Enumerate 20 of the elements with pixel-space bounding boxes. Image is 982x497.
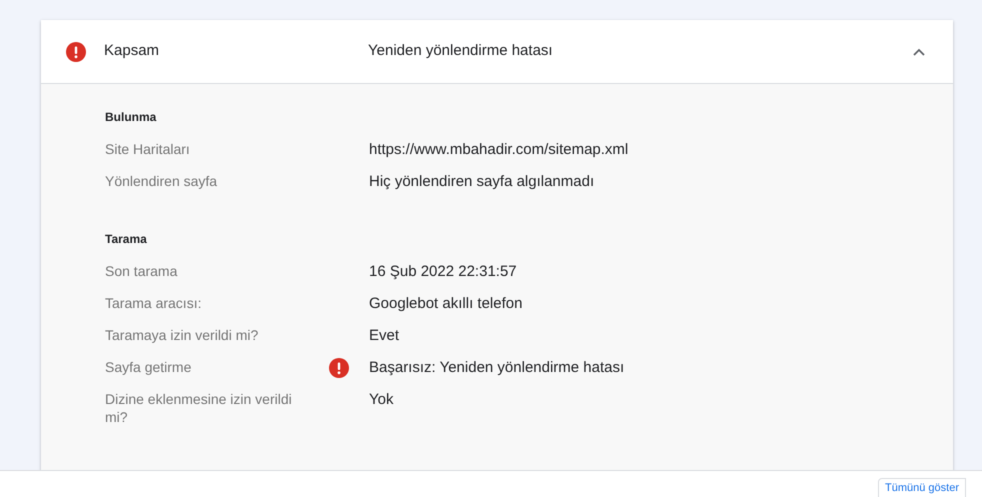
chevron-up-icon[interactable] <box>913 48 925 56</box>
field-value: Yok <box>369 390 394 410</box>
field-value: 16 Şub 2022 22:31:57 <box>369 262 517 282</box>
field-label: Yönlendiren sayfa <box>105 172 218 191</box>
field-value: https://www.mbahadir.com/sitemap.xml <box>369 140 628 160</box>
field-value: Evet <box>369 326 400 346</box>
field-value: Googlebot akıllı telefon <box>369 294 522 314</box>
field-value: Başarısız: Yeniden yönlendirme hatası <box>369 358 624 378</box>
field-label: Taramaya izin verildi mi? <box>105 326 260 345</box>
status-text: Yeniden yönlendirme hatası <box>368 41 554 62</box>
section-heading: Tarama <box>105 231 148 248</box>
field-label: Tarama aracısı: <box>105 294 202 313</box>
section-heading: Bulunma <box>105 109 158 126</box>
field-label: Dizine eklenmesine izin verildi mi? <box>105 390 293 426</box>
show-all-button[interactable]: Tümünü göster <box>878 478 966 497</box>
field-label: Son tarama <box>105 262 178 281</box>
panel-title: Kapsam <box>104 41 160 62</box>
field-label: Site Haritaları <box>105 140 191 159</box>
field-label: Sayfa getirme <box>105 358 192 377</box>
field-value: Hiç yönlendiren sayfa algılanmadı <box>369 172 594 192</box>
